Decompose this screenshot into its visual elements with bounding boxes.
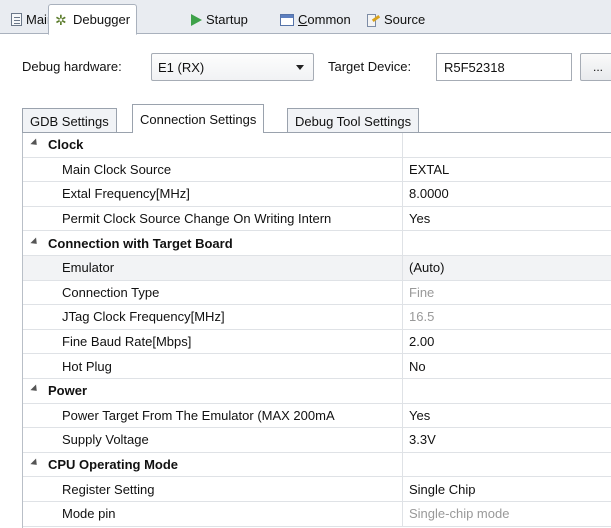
property-name: Main Clock Source [62, 161, 172, 177]
collapse-triangle-icon[interactable] [30, 458, 40, 468]
tab-gdb-settings-label: GDB Settings [30, 113, 109, 129]
play-icon [191, 13, 202, 26]
collapse-triangle-icon[interactable] [30, 138, 40, 148]
property-value[interactable]: EXTAL [409, 158, 449, 182]
property-row[interactable]: Mode pin Single-chip mode [23, 501, 611, 527]
category-row-clock[interactable]: Clock [23, 133, 611, 158]
tab-source[interactable]: Source [359, 5, 432, 34]
property-value[interactable]: 2.00 [409, 330, 434, 354]
tab-gdb-settings[interactable]: GDB Settings [22, 108, 117, 133]
property-value[interactable]: Yes [409, 404, 430, 428]
property-value[interactable]: Yes [409, 207, 430, 231]
property-name: Register Setting [62, 481, 155, 497]
property-row[interactable]: JTag Clock Frequency[MHz] 16.5 [23, 305, 611, 330]
property-value[interactable]: No [409, 354, 426, 378]
property-value[interactable]: (Auto) [409, 256, 444, 280]
property-name: Hot Plug [62, 358, 112, 374]
property-value[interactable]: 8.0000 [409, 182, 449, 206]
property-row[interactable]: Register Setting Single Chip [23, 477, 611, 502]
property-name: Permit Clock Source Change On Writing In… [62, 211, 332, 227]
tab-debug-tool-settings-label: Debug Tool Settings [295, 113, 412, 129]
launch-config-tab-bar: Main ✲ Debugger Startup Common Source [0, 0, 611, 35]
tab-startup-label: Startup [206, 12, 248, 27]
target-device-value: R5F52318 [444, 59, 505, 75]
category-row-cpu-mode[interactable]: CPU Operating Mode [23, 452, 611, 478]
category-label: Power [48, 383, 88, 399]
property-name: Connection Type [62, 284, 160, 300]
property-table: Clock Main Clock Source EXTAL Extal Freq… [22, 133, 611, 528]
property-name: Fine Baud Rate[Mbps] [62, 334, 192, 350]
property-value: Single-chip mode [409, 506, 510, 522]
property-name: Extal Frequency[MHz] [62, 186, 190, 202]
tab-connection-settings[interactable]: Connection Settings [132, 104, 265, 133]
property-row[interactable]: Permit Clock Source Change On Writing In… [23, 206, 611, 232]
tab-common[interactable]: Common [273, 5, 358, 34]
document-icon [11, 13, 22, 26]
property-row[interactable]: Main Clock Source EXTAL [23, 157, 611, 183]
hardware-row: Debug hardware: E1 (RX) Target Device: R… [0, 45, 611, 81]
property-name: JTag Clock Frequency[MHz] [62, 309, 225, 325]
tab-common-label: ommon [307, 12, 351, 27]
property-row[interactable]: Hot Plug No [23, 354, 611, 379]
tab-common-mnemonic: C [298, 12, 308, 27]
browse-button[interactable]: ... [580, 53, 611, 81]
debug-hardware-label: Debug hardware: [22, 59, 122, 74]
property-row[interactable]: Fine Baud Rate[Mbps] 2.00 [23, 329, 611, 355]
property-name: Mode pin [62, 506, 116, 522]
property-row[interactable]: Connection Type Fine [23, 280, 611, 306]
debug-hardware-select[interactable]: E1 (RX) [151, 53, 314, 81]
window-icon [280, 13, 294, 26]
property-name: Power Target From The Emulator (MAX 200m… [62, 407, 335, 423]
settings-tab-bar: GDB Settings Connection Settings Debug T… [22, 104, 611, 133]
property-value[interactable]: Single Chip [409, 477, 476, 501]
property-row[interactable]: Extal Frequency[MHz] 8.0000 [23, 182, 611, 207]
category-row-connection[interactable]: Connection with Target Board [23, 231, 611, 256]
tab-debugger-label: Debugger [73, 12, 131, 27]
target-device-label: Target Device: [328, 59, 412, 74]
bug-icon: ✲ [55, 11, 67, 28]
property-row[interactable]: Supply Voltage 3.3V [23, 428, 611, 453]
browse-button-label: ... [592, 60, 603, 74]
target-device-field[interactable]: R5F52318 [436, 53, 572, 81]
property-value: Fine [409, 284, 435, 300]
category-row-power[interactable]: Power [23, 378, 611, 404]
tab-startup[interactable]: Startup [184, 5, 255, 34]
source-icon [366, 13, 380, 27]
tab-source-label: Source [384, 12, 426, 27]
property-row[interactable]: Emulator (Auto) [23, 255, 611, 281]
property-value: 16.5 [409, 309, 435, 325]
property-name: Supply Voltage [62, 432, 149, 448]
category-label: Clock [48, 137, 84, 153]
tab-connection-settings-label: Connection Settings [140, 111, 257, 127]
collapse-triangle-icon[interactable] [30, 384, 40, 394]
collapse-triangle-icon[interactable] [30, 237, 40, 247]
category-label: Connection with Target Board [48, 235, 233, 251]
category-label: CPU Operating Mode [48, 457, 179, 473]
property-row[interactable]: Power Target From The Emulator (MAX 200m… [23, 403, 611, 429]
property-value[interactable]: 3.3V [409, 428, 436, 452]
tab-debugger[interactable]: ✲ Debugger [48, 4, 138, 35]
property-name: Emulator [62, 260, 115, 276]
chevron-down-icon [296, 65, 304, 70]
debug-hardware-value: E1 (RX) [158, 59, 205, 75]
tab-debug-tool-settings[interactable]: Debug Tool Settings [287, 108, 420, 133]
